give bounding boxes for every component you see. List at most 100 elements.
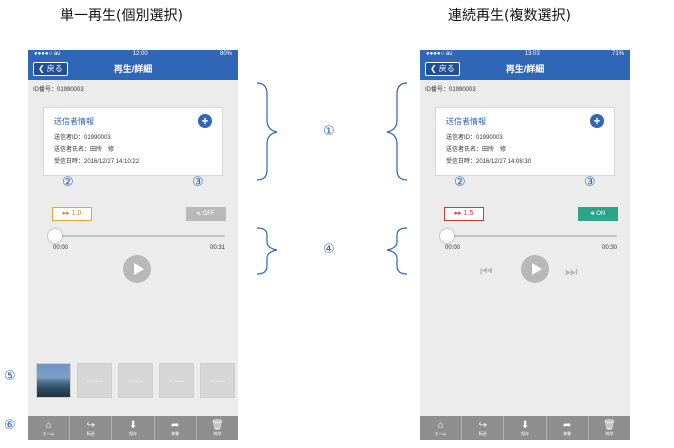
download-icon: ⬇ <box>520 419 530 431</box>
sound-state: OFF <box>202 211 215 217</box>
previous-track-icon[interactable]: ⏮︎ <box>480 263 492 280</box>
status-bar: ●●●●○ au 13:03 71% <box>420 50 630 58</box>
back-button[interactable]: ❮ 戻る <box>33 62 68 76</box>
tab-bar: ⌂ ホーム ↪ 転送 ⬇ 保存 ➦ 移動 🗑︎ 削除 <box>28 416 238 440</box>
next-track-icon[interactable]: ⏭︎ <box>565 263 577 280</box>
sender-name: 送信者氏名：田所 修 <box>446 147 507 153</box>
player-area: ▸▸ 1.5 🔊︎ ON 00:00 00:30 ⏮︎ ⏭︎ <box>420 183 630 293</box>
folder-move-icon: ➦ <box>171 419 180 431</box>
phone-continuous-play: ●●●●○ au 13:03 71% ❮ 戻る 再生/詳細 ID番号：019900… <box>420 50 630 440</box>
received-datetime: 受信日時：2016/12/27 14:08:30 <box>446 159 532 165</box>
seek-track[interactable] <box>445 235 617 237</box>
tab-label: 転送 <box>86 430 95 436</box>
player-area: ▸▸ 1.0 🔇︎ OFF 00:00 00:31 <box>28 183 238 293</box>
thumbnail-empty[interactable]: NO IMAGE <box>159 363 194 398</box>
sender-info-card: 送信者情報 + 送信者ID：01990003 送信者氏名：田所 修 受信日時：2… <box>435 107 615 176</box>
sound-toggle-button[interactable]: 🔇︎ OFF <box>186 207 226 221</box>
time-start: 00:00 <box>445 245 461 251</box>
seek-knob[interactable] <box>440 229 454 243</box>
marker-6: ⑥ <box>4 418 16 433</box>
play-button[interactable] <box>521 255 549 283</box>
seek-track[interactable] <box>53 235 225 237</box>
status-bar: ●●●●○ au 12:00 80% <box>28 50 238 58</box>
id-number: ID番号：01990003 <box>33 87 84 93</box>
thumbnail-empty[interactable]: NO IMAGE <box>77 363 112 398</box>
thumbnail-empty[interactable]: NO IMAGE <box>118 363 153 398</box>
clock: 13:03 <box>524 51 540 57</box>
speed-button[interactable]: ▸▸ 1.5 <box>444 207 484 221</box>
sound-state: ON <box>596 211 606 217</box>
play-button[interactable] <box>123 255 151 283</box>
speaker-muted-icon: 🔇︎ <box>197 211 202 217</box>
back-button[interactable]: ❮ 戻る <box>425 62 460 76</box>
carrier-label: ●●●●○ au <box>34 51 61 57</box>
sender-info-title: 送信者情報 <box>446 117 486 126</box>
tab-label: 移動 <box>563 430 572 436</box>
tab-label: ホーム <box>434 430 447 436</box>
home-icon: ⌂ <box>45 419 52 431</box>
folder-move-icon: ➦ <box>563 419 572 431</box>
battery-label: 80% <box>219 51 232 57</box>
add-icon[interactable]: + <box>198 114 212 128</box>
received-datetime: 受信日時：2016/12/27 14:10:22 <box>54 159 140 165</box>
sound-toggle-button[interactable]: 🔊︎ ON <box>578 207 618 221</box>
tab-delete[interactable]: 🗑︎ 削除 <box>197 416 238 440</box>
sender-name: 送信者氏名：田所 修 <box>54 147 115 153</box>
nav-bar: ❮ 戻る 再生/詳細 <box>28 58 238 80</box>
tab-save[interactable]: ⬇ 保存 <box>112 416 155 440</box>
marker-2: ② <box>454 175 466 190</box>
tab-delete[interactable]: 🗑︎ 削除 <box>589 416 630 440</box>
download-icon: ⬇ <box>128 419 138 431</box>
tab-home[interactable]: ⌂ ホーム <box>420 416 463 440</box>
speed-button[interactable]: ▸▸ 1.0 <box>52 207 92 221</box>
sender-id: 送信者ID：01990003 <box>446 135 503 141</box>
marker-4: ④ <box>323 242 335 257</box>
thumbnail-empty[interactable]: NO IMAGE <box>200 363 235 398</box>
sender-info-card: 送信者情報 + 送信者ID：01990003 送信者氏名：田所 修 受信日時：2… <box>43 107 223 176</box>
tab-label: 削除 <box>213 430 222 436</box>
tab-home[interactable]: ⌂ ホーム <box>28 416 71 440</box>
tab-bar: ⌂ ホーム ↪ 転送 ⬇ 保存 ➦ 移動 🗑︎ 削除 <box>420 416 630 440</box>
clock: 12:00 <box>132 51 148 57</box>
heading-continuous-play: 連続再生(複数選択) <box>448 8 571 24</box>
marker-5: ⑤ <box>4 369 16 384</box>
tab-label: 保存 <box>129 430 137 436</box>
tab-label: 移動 <box>171 430 180 436</box>
tab-label: 保存 <box>521 430 529 436</box>
marker-3: ③ <box>584 175 596 190</box>
tab-forward[interactable]: ↪ 転送 <box>70 416 113 440</box>
id-number: ID番号：01990003 <box>425 87 476 93</box>
trash-icon: 🗑︎ <box>211 419 224 431</box>
battery-label: 71% <box>611 51 624 57</box>
share-arrow-icon: ↪ <box>478 419 487 431</box>
heading-single-play: 単一再生(個別選択) <box>60 8 183 24</box>
thumbnail-strip: NO IMAGE NO IMAGE NO IMAGE NO IMAGE <box>36 363 235 398</box>
chevron-left-icon: ❮ <box>430 64 437 73</box>
time-start: 00:00 <box>53 245 69 251</box>
tab-move[interactable]: ➦ 移動 <box>547 416 589 440</box>
back-label: 戻る <box>46 64 63 73</box>
time-end: 00:31 <box>209 245 225 251</box>
tab-save[interactable]: ⬇ 保存 <box>504 416 547 440</box>
tab-label: 削除 <box>605 430 614 436</box>
thumbnail-photo[interactable] <box>36 363 71 398</box>
tab-move[interactable]: ➦ 移動 <box>155 416 197 440</box>
sender-id: 送信者ID：01990003 <box>54 135 111 141</box>
home-icon: ⌂ <box>437 419 444 431</box>
tab-label: 転送 <box>478 430 487 436</box>
sender-info-title: 送信者情報 <box>54 117 94 126</box>
back-label: 戻る <box>438 64 455 73</box>
marker-3: ③ <box>192 175 204 190</box>
annotation-braces-left <box>256 82 278 275</box>
nav-bar: ❮ 戻る 再生/詳細 <box>420 58 630 80</box>
phone-single-play: ●●●●○ au 12:00 80% ❮ 戻る 再生/詳細 ID番号：019900… <box>28 50 238 440</box>
seek-knob[interactable] <box>48 229 62 243</box>
marker-1: ① <box>323 124 335 139</box>
tab-label: ホーム <box>42 430 55 436</box>
share-arrow-icon: ↪ <box>86 419 95 431</box>
carrier-label: ●●●●○ au <box>426 51 453 57</box>
tab-forward[interactable]: ↪ 転送 <box>462 416 505 440</box>
add-icon[interactable]: + <box>590 114 604 128</box>
speaker-icon: 🔊︎ <box>590 211 595 217</box>
chevron-left-icon: ❮ <box>38 64 45 73</box>
